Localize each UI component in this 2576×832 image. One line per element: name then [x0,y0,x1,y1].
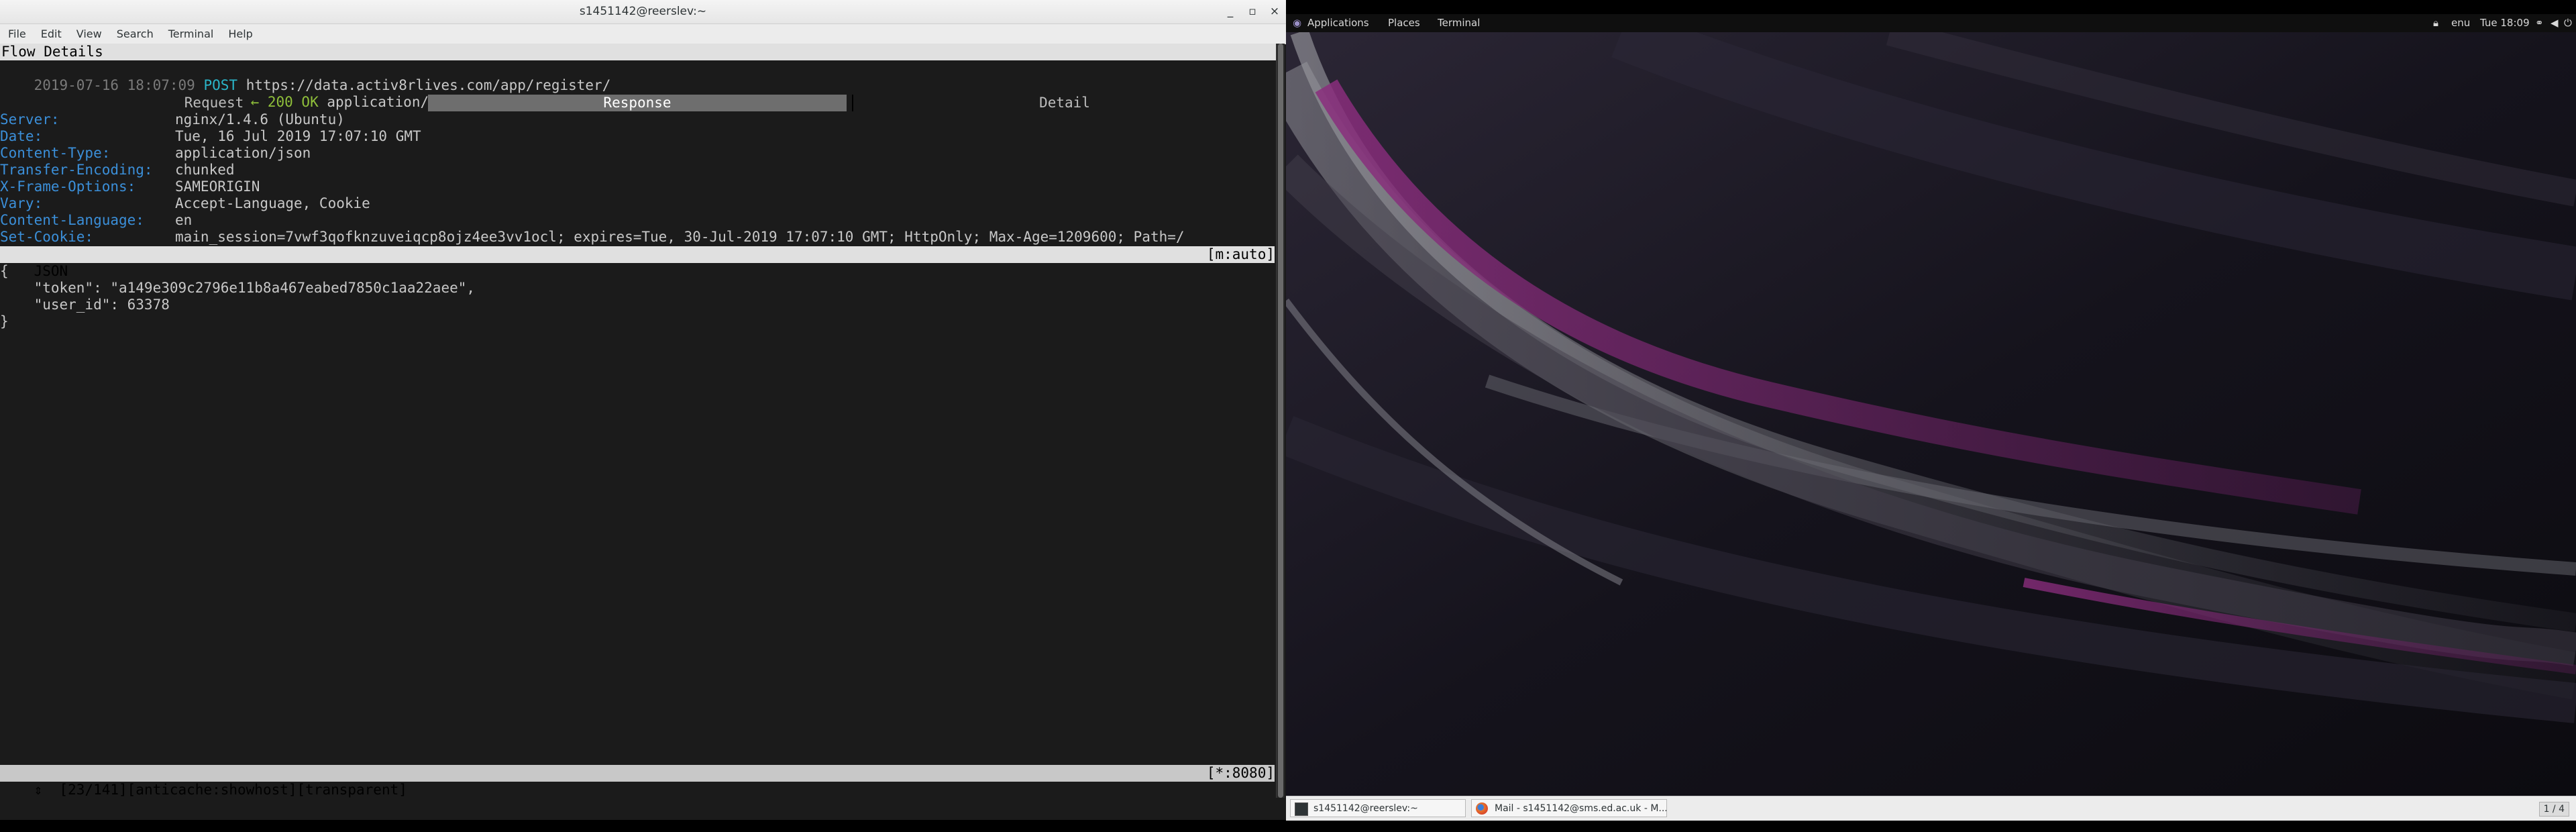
window-title: s1451142@reerslev:~ [579,5,707,18]
header-key: Set-Cookie: [0,229,94,245]
window-titlebar[interactable]: s1451142@reerslev:~ _ ▫ × [0,0,1286,24]
places-menu[interactable]: Places [1388,14,1420,32]
taskbar-item-terminal[interactable]: s1451142@reerslev:~ [1290,799,1466,817]
header-row: Vary: Accept-Language, Cookie [0,195,1275,212]
keyboard-layout[interactable]: enu [2451,14,2470,32]
header-key: Content-Language: [0,212,144,228]
header-value: main_session=7vwf3qofknzuveiqcp8ojz4ee3v… [175,229,1185,245]
json-label: JSON [34,263,68,279]
menu-edit[interactable]: Edit [41,24,62,44]
terminal-menubar: File Edit View Search Terminal Help [0,24,1286,44]
request-line: 2019-07-16 18:07:09 POST https://data.ac… [0,60,1275,93]
flow-details-header: Flow Details [0,44,1276,60]
header-row: Date: Tue, 16 Jul 2019 17:07:10 GMT [0,128,1275,145]
power-icon[interactable]: ⏻ [2564,14,2572,32]
status-left: ⇕ [23/141][anticache:showhost][transpare… [34,782,407,798]
header-row: Server: nginx/1.4.6 (Ubuntu) [0,111,1275,128]
lock-icon: 🔒︎ [2433,17,2438,29]
request-timestamp: 2019-07-16 18:07:09 [34,77,195,93]
terminal-scrollbar[interactable] [1276,44,1285,798]
header-value: Accept-Language, Cookie [175,195,370,211]
header-key: Date: [0,128,43,144]
header-row: Content-Type: application/json [0,145,1275,162]
workspace-indicator[interactable]: 1 / 4 [2538,802,2569,817]
header-key: Server: [0,111,60,127]
header-key: Vary: [0,195,43,211]
json-line: "user_id": 63378 [0,297,170,313]
menu-search[interactable]: Search [117,24,154,44]
header-value: application/json [175,145,311,161]
gnome-top-bar: ◉ Applications Places Terminal 🔒︎ enu Tu… [1286,14,2576,32]
header-value: chunked [175,162,235,178]
menu-file[interactable]: File [8,24,26,44]
header-value: Tue, 16 Jul 2019 17:07:10 GMT [175,128,421,144]
wallpaper-art [1286,32,2576,796]
flow-tabs: Request Response Detail [0,95,1275,111]
tab-request[interactable]: Request [0,95,428,111]
network-icon[interactable]: ⚭ [2535,14,2544,32]
volume-icon[interactable]: ◀︎ [2551,14,2559,32]
maximize-button[interactable]: ▫ [1244,0,1261,23]
header-row: Transfer-Encoding: chunked [0,162,1275,178]
window-list-taskbar: s1451142@reerslev:~ Mail - s1451142@sms.… [1286,796,2576,821]
applications-icon[interactable]: ◉ [1293,14,1301,32]
header-row: X-Frame-Options: SAMEORIGIN [0,178,1275,195]
header-key: Transfer-Encoding: [0,162,153,178]
menu-terminal[interactable]: Terminal [168,24,214,44]
response-line: ← 200 OK application/json 71b 874ms [217,77,1223,110]
terminal-window[interactable]: s1451142@reerslev:~ _ ▫ × File Edit View Se… [0,0,1286,820]
taskbar-item-mail[interactable]: Mail - s1451142@sms.ed.ac.uk - M... [1471,799,1667,817]
applications-menu[interactable]: Applications [1307,14,1369,32]
json-line: } [0,313,9,329]
json-line: "token": "a149e309c2796e11b8a467eabed785… [0,280,476,296]
menu-help[interactable]: Help [228,24,252,44]
terminal-icon [1295,802,1308,816]
terminal-app-menu[interactable]: Terminal [1438,14,1480,32]
desktop-wallpaper [1286,32,2576,796]
firefox-icon [1476,802,1488,815]
menu-view[interactable]: View [76,24,102,44]
close-button[interactable]: × [1266,0,1283,23]
tab-detail[interactable]: Detail [852,95,1276,111]
json-line: { [0,263,9,279]
mitmproxy-statusbar: ⇕ [23/141][anticache:showhost][transpare… [0,765,1275,798]
header-value: SAMEORIGIN [175,178,260,195]
header-key: Content-Type: [0,145,111,161]
clock[interactable]: Tue 18:09 [2480,14,2530,32]
header-row: Set-Cookie: main_session=7vwf3qofknzuveiq… [0,229,1275,246]
json-section-bar: JSON [m:auto] [0,246,1275,279]
status-listen-address: [*:8080] [1206,765,1275,781]
scrollbar-thumb[interactable] [1278,44,1283,798]
header-value: nginx/1.4.6 (Ubuntu) [175,111,345,127]
json-mode-indicator[interactable]: [m:auto] [1207,246,1275,263]
taskbar-item-label: s1451142@reerslev:~ [1313,803,1418,814]
header-row: Content-Language: en [0,212,1275,229]
header-value: en [175,212,193,228]
header-key: X-Frame-Options: [0,178,136,195]
tab-response[interactable]: Response [428,95,847,111]
minimize-button[interactable]: _ [1222,0,1239,23]
taskbar-item-label: Mail - s1451142@sms.ed.ac.uk - M... [1495,803,1667,814]
